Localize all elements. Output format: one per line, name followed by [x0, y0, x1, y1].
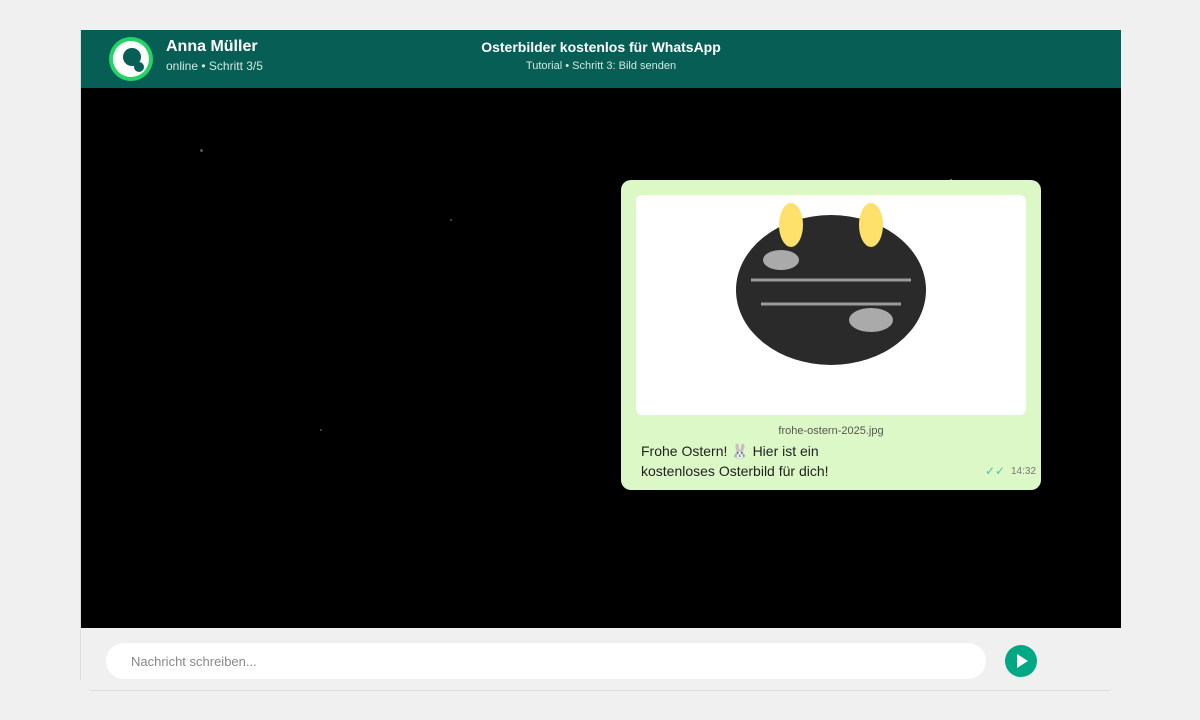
read-receipt-icon: ✓✓ — [985, 464, 1006, 478]
page-title: Osterbilder kostenlos für WhatsApp — [481, 39, 721, 55]
composer-bar — [81, 628, 1121, 680]
image-filename: frohe-ostern-2025.jpg — [778, 425, 884, 437]
caption-line: Frohe Ostern! 🐰 Hier ist ein — [641, 443, 819, 459]
message-time: 14:32 — [1011, 466, 1037, 477]
message-image[interactable] — [636, 195, 1026, 415]
page-subtitle: Tutorial • Schritt 3: Bild senden — [525, 60, 677, 72]
send-button[interactable] — [1005, 645, 1037, 677]
background-dot — [320, 429, 322, 431]
divider — [90, 690, 1110, 691]
caption-line: kostenloses Osterbild für dich! — [641, 463, 829, 479]
message-caption: Frohe Ostern! 🐰 Hier ist ein kostenloses… — [641, 441, 891, 481]
easter-egg-image — [736, 203, 926, 365]
message-bubble[interactable]: frohe-ostern-2025.jpg Frohe Ostern! 🐰 Hi… — [621, 180, 1041, 490]
background-dot — [450, 219, 452, 221]
chat-header: Anna Müller online • Schritt 3/5 Osterbi… — [81, 30, 1121, 88]
background-dot — [200, 149, 203, 152]
chat-area: frohe-ostern-2025.jpg Frohe Ostern! 🐰 Hi… — [81, 88, 1121, 628]
chat-window: Anna Müller online • Schritt 3/5 Osterbi… — [80, 30, 1121, 680]
message-input[interactable] — [106, 643, 986, 679]
send-icon — [1017, 654, 1028, 668]
